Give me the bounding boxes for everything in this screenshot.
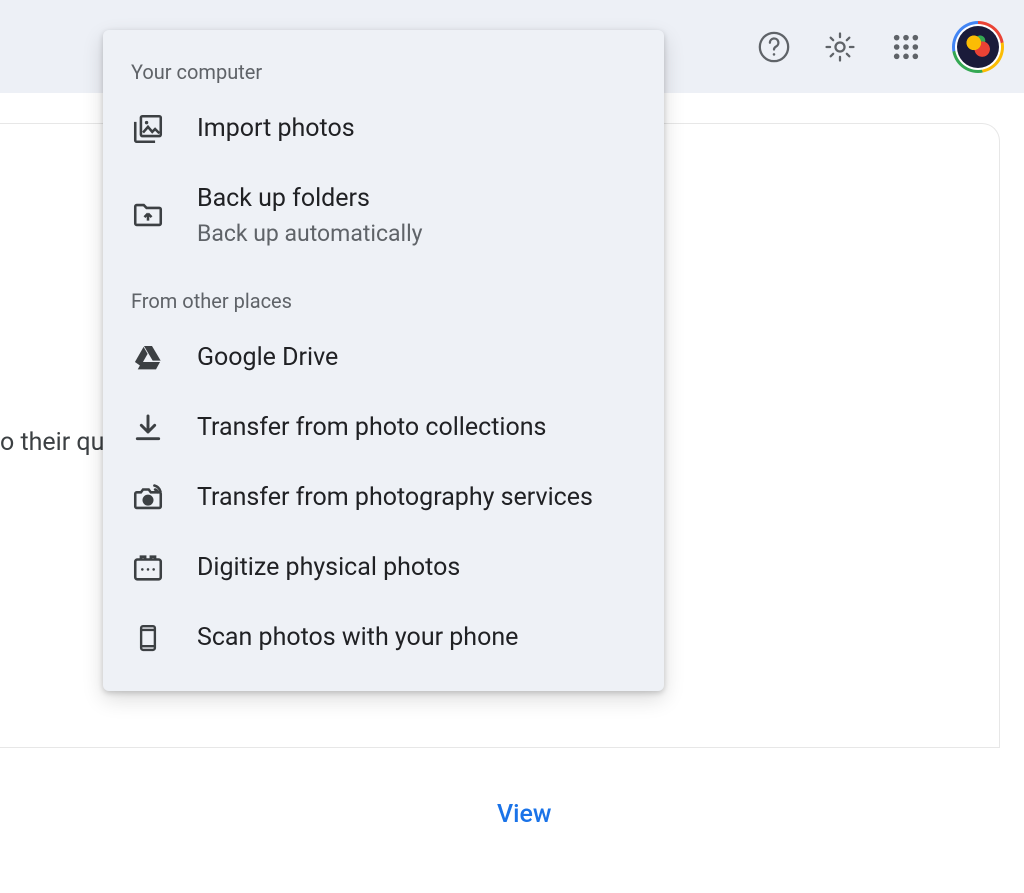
menu-item-label: Back up folders bbox=[197, 182, 636, 216]
avatar-image bbox=[957, 26, 999, 68]
menu-item-label: Scan photos with your phone bbox=[197, 621, 636, 655]
menu-item-scan-phone[interactable]: Scan photos with your phone bbox=[103, 603, 664, 673]
apps-button[interactable] bbox=[886, 27, 926, 67]
menu-item-label: Transfer from photo collections bbox=[197, 411, 636, 445]
help-button[interactable] bbox=[754, 27, 794, 67]
background-text-fragment: o their qu bbox=[0, 428, 104, 457]
account-avatar[interactable] bbox=[952, 21, 1004, 73]
menu-item-digitize[interactable]: Digitize physical photos bbox=[103, 533, 664, 603]
menu-item-google-drive[interactable]: Google Drive bbox=[103, 323, 664, 393]
menu-item-transfer-collections[interactable]: Transfer from photo collections bbox=[103, 393, 664, 463]
apps-grid-icon bbox=[892, 33, 920, 61]
google-drive-icon bbox=[131, 341, 165, 375]
download-icon bbox=[131, 411, 165, 445]
menu-section-your-computer: Your computer bbox=[103, 48, 664, 94]
image-stack-icon bbox=[131, 112, 165, 146]
menu-item-transfer-services[interactable]: Transfer from photography services bbox=[103, 463, 664, 533]
camera-wifi-icon bbox=[131, 481, 165, 515]
help-icon bbox=[757, 30, 791, 64]
menu-item-label: Digitize physical photos bbox=[197, 551, 636, 585]
film-roll-icon bbox=[131, 551, 165, 585]
menu-item-subtitle: Back up automatically bbox=[197, 218, 636, 249]
menu-item-import-photos[interactable]: Import photos bbox=[103, 94, 664, 164]
menu-item-label: Import photos bbox=[197, 112, 636, 146]
view-link[interactable]: View bbox=[497, 800, 551, 829]
import-menu-popup: Your computer Import photos Back up fold… bbox=[103, 30, 664, 691]
menu-section-from-other-places: From other places bbox=[103, 267, 664, 323]
menu-item-label: Transfer from photography services bbox=[197, 481, 636, 515]
menu-item-back-up-folders[interactable]: Back up folders Back up automatically bbox=[103, 164, 664, 267]
settings-button[interactable] bbox=[820, 27, 860, 67]
gear-icon bbox=[823, 30, 857, 64]
phone-icon bbox=[131, 621, 165, 655]
menu-item-label: Google Drive bbox=[197, 341, 636, 375]
folder-upload-icon bbox=[131, 198, 165, 232]
